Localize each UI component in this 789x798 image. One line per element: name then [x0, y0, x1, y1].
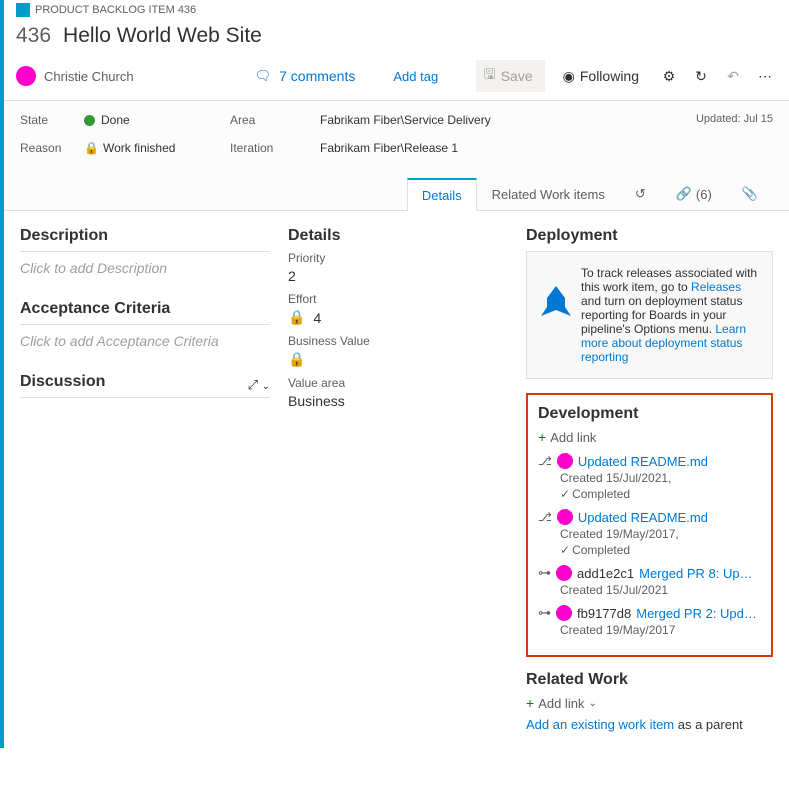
refresh-icon: ↻ [695, 68, 707, 84]
priority-label: Priority [288, 251, 508, 265]
tab-attachments[interactable]: 📎 [727, 177, 773, 210]
work-item-title[interactable]: Hello World Web Site [63, 24, 262, 48]
business-value-label: Business Value [288, 334, 508, 348]
value-area-label: Value area [288, 376, 508, 390]
dev-item: ⊶ fb9177d8 Merged PR 2: Upd… Created 19/… [538, 605, 761, 637]
description-placeholder[interactable]: Click to add Description [20, 260, 270, 276]
state-label: State [20, 113, 70, 127]
tab-related-work-items[interactable]: Related Work items [477, 177, 620, 210]
effort-label: Effort [288, 292, 508, 306]
details-heading: Details [288, 227, 508, 245]
dev-item: ⊶ add1e2c1 Merged PR 8: Up… Created 15/J… [538, 565, 761, 597]
expand-icon: ⤢ [248, 377, 258, 392]
dev-date: Created 15/Jul/2021 [560, 583, 761, 597]
save-icon: 🖫 [484, 64, 496, 88]
tab-links[interactable]: 🔗(6) [661, 177, 727, 210]
related-work-heading: Related Work [526, 671, 773, 689]
commit-hash: fb9177d8 [577, 606, 631, 621]
refresh-button[interactable]: ↻ [689, 68, 713, 85]
save-button: 🖫 Save [476, 60, 545, 92]
backlog-item-icon [16, 3, 30, 17]
comments-icon[interactable]: 🗨 [255, 68, 272, 84]
business-value-value[interactable]: 🔒 [288, 351, 508, 368]
add-existing-work-item-link[interactable]: Add an existing work item [526, 717, 674, 732]
assignee-name[interactable]: Christie Church [44, 69, 134, 84]
add-tag-button[interactable]: Add tag [387, 67, 444, 86]
add-related-link-button[interactable]: + Add link ⌄ [526, 695, 773, 711]
dev-date: Created 15/Jul/2021, [560, 471, 761, 485]
acceptance-placeholder[interactable]: Click to add Acceptance Criteria [20, 333, 270, 349]
pull-request-icon: ⎇ [538, 510, 552, 524]
discussion-heading: Discussion [20, 373, 105, 391]
follow-button[interactable]: ◉ Following [553, 64, 649, 89]
attachment-icon: 📎 [742, 186, 758, 202]
reason-label: Reason [20, 141, 70, 155]
dev-date: Created 19/May/2017 [560, 623, 761, 637]
reason-value[interactable]: Work finished [103, 141, 175, 155]
gear-icon: ⚙ [663, 68, 676, 84]
dev-item: ⎇ Updated README.md Created 19/May/2017,… [538, 509, 761, 557]
plus-icon: + [526, 695, 534, 711]
commit-hash: add1e2c1 [577, 566, 634, 581]
deployment-heading: Deployment [526, 227, 773, 245]
undo-icon: ↶ [727, 68, 739, 84]
dev-status: ✓Completed [560, 543, 761, 557]
commit-icon: ⊶ [538, 565, 551, 581]
deployment-info-box: To track releases associated with this w… [526, 251, 773, 379]
area-label: Area [230, 113, 320, 127]
priority-value[interactable]: 2 [288, 268, 508, 284]
author-avatar[interactable] [556, 565, 572, 581]
chevron-down-icon: ⌄ [262, 381, 270, 392]
state-dot-icon [84, 115, 95, 126]
work-item-type-header: PRODUCT BACKLOG ITEM 436 [4, 0, 789, 20]
dev-status: ✓Completed [560, 487, 761, 501]
dev-link[interactable]: Updated README.md [578, 510, 708, 525]
effort-value[interactable]: 🔒4 [288, 309, 508, 326]
comments-count[interactable]: 7 comments [279, 68, 355, 84]
dev-item: ⎇ Updated README.md Created 15/Jul/2021,… [538, 453, 761, 501]
dev-link[interactable]: Updated README.md [578, 454, 708, 469]
dev-link[interactable]: Merged PR 2: Upd… [636, 606, 757, 621]
discussion-controls[interactable]: ⤢ ⌄ [248, 377, 270, 393]
releases-link[interactable]: Releases [691, 280, 741, 294]
area-value[interactable]: Fabrikam Fiber\Service Delivery [320, 113, 491, 127]
plus-icon: + [538, 429, 546, 445]
lock-icon: 🔒 [288, 309, 305, 326]
dev-date: Created 19/May/2017, [560, 527, 761, 541]
updated-label: Updated: Jul 15 [696, 113, 773, 125]
author-avatar[interactable] [556, 605, 572, 621]
value-area-value[interactable]: Business [288, 393, 508, 409]
tab-details[interactable]: Details [407, 178, 477, 211]
author-avatar[interactable] [557, 453, 573, 469]
author-avatar[interactable] [557, 509, 573, 525]
iteration-label: Iteration [230, 141, 320, 155]
iteration-value[interactable]: Fabrikam Fiber\Release 1 [320, 141, 458, 155]
check-icon: ✓ [560, 543, 570, 557]
assignee-avatar[interactable] [16, 66, 36, 86]
rocket-icon [541, 286, 571, 316]
chevron-down-icon: ⌄ [588, 698, 596, 709]
commit-icon: ⊶ [538, 605, 551, 621]
development-heading: Development [538, 405, 761, 423]
check-icon: ✓ [560, 487, 570, 501]
tab-history[interactable]: ↺ [620, 177, 661, 210]
description-heading: Description [20, 227, 270, 245]
ellipsis-icon: ⋯ [758, 68, 772, 84]
eye-icon: ◉ [563, 68, 575, 85]
dev-link[interactable]: Merged PR 8: Up… [639, 566, 752, 581]
add-dev-link-button[interactable]: + Add link [538, 429, 761, 445]
work-item-id: 436 [16, 24, 51, 48]
work-item-type-label: PRODUCT BACKLOG ITEM 436 [35, 4, 196, 16]
link-icon: 🔗 [676, 186, 692, 202]
more-actions-button[interactable]: ⋯ [753, 68, 777, 85]
undo-button[interactable]: ↶ [721, 68, 745, 85]
settings-button[interactable]: ⚙ [657, 68, 681, 85]
acceptance-heading: Acceptance Criteria [20, 300, 270, 318]
history-icon: ↺ [635, 186, 646, 202]
lock-icon: 🔒 [84, 141, 99, 155]
state-value[interactable]: Done [101, 113, 130, 127]
pull-request-icon: ⎇ [538, 454, 552, 468]
lock-icon: 🔒 [288, 351, 305, 368]
